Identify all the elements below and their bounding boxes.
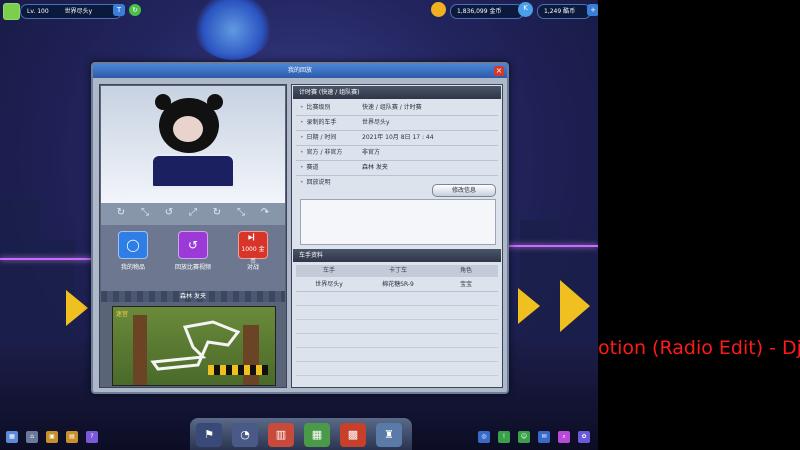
add-currency-button[interactable]: + (587, 4, 598, 16)
kart-model (151, 154, 235, 188)
notes-icon[interactable]: ▤ (66, 431, 78, 443)
track-minimap: 迷宫 (112, 306, 276, 386)
home-icon[interactable]: ⌂ (26, 431, 38, 443)
chevron-sign (518, 288, 540, 324)
table-row (296, 334, 498, 348)
table-row (296, 320, 498, 334)
hazard-sign (208, 365, 268, 375)
action-buttons: ◯ 我的物品 ↺ 回放比赛视频 ▶▎ 1000 金币 对战 (101, 225, 285, 291)
info-row-level: • 比赛级别 快速 / 组队赛 / 计时赛 (296, 101, 498, 116)
table-row (296, 306, 498, 320)
song-title-overlay: otion (Radio Edit) - Dj Ros (598, 337, 800, 359)
driver-table-header: 车手 卡丁车 角色 (296, 265, 498, 277)
replay-video-label: 回放比赛视频 (174, 264, 211, 271)
battle-button[interactable]: ▶▎ 1000 金币 对战 (223, 231, 283, 271)
right-panel: 计时赛 (快速 / 组队赛) • 比赛级别 快速 / 组队赛 / 计时赛 • 录制的车… (291, 84, 503, 388)
team-icon[interactable]: ♜ (376, 423, 402, 447)
chevron-sign (66, 290, 88, 326)
gift-icon[interactable]: ▣ (46, 431, 58, 443)
role-cell: 宝宝 (459, 281, 472, 288)
table-row (296, 362, 498, 376)
rotate-right-icon[interactable]: ↻ (211, 207, 223, 219)
main-dock: ⚑ ◔ ▥ ▦ ▩ ♜ (190, 418, 412, 450)
photo-icon[interactable]: ▦ (6, 431, 18, 443)
player-name: 世界尽头y (64, 8, 93, 15)
info-row-driver: • 录制的车手 世界尽头y (296, 116, 498, 131)
my-items-button[interactable]: ◯ 我的物品 (103, 231, 163, 271)
zoom-icon[interactable]: ⤡ (139, 207, 151, 219)
character-face (173, 116, 203, 142)
speedometer-icon[interactable]: ◔ (232, 423, 258, 447)
gear-icon[interactable]: ✿ (578, 431, 590, 443)
player-level: Lv. 100 (27, 8, 49, 15)
map-label: 迷宫 (116, 311, 129, 318)
refresh-icon[interactable]: ↻ (129, 4, 141, 16)
replay-dialog: 我的回放 × ↻ ⤡ ↺ ⤢ ↻ ⤡ ↷ ◯ 我的物品 ↺ 回放比赛视频 ▶▎ … (91, 62, 509, 394)
race-info-header: 计时赛 (快速 / 组队赛) (293, 86, 501, 99)
title-badge[interactable]: T (113, 4, 125, 16)
description-box[interactable] (300, 199, 496, 245)
item-box-icon: ◯ (118, 231, 148, 259)
column-driver: 车手 (322, 267, 335, 274)
rotate-left-icon[interactable]: ↺ (163, 207, 175, 219)
table-row[interactable]: 世界尽头y 棉花糖SR-9 宝宝 (296, 278, 498, 292)
zoom-icon[interactable]: ⤢ (187, 207, 199, 219)
city-building (0, 200, 40, 360)
help-icon[interactable]: ? (86, 431, 98, 443)
replay-icon: ↺ (178, 231, 208, 259)
friends-icon[interactable]: ☺ (518, 431, 530, 443)
character-preview (101, 86, 285, 203)
table-row (296, 348, 498, 362)
rotate-left-icon[interactable]: ↻ (115, 207, 127, 219)
battle-label: 对战 (246, 264, 259, 271)
chevron-sign (560, 280, 590, 332)
rotate-right-icon[interactable]: ↷ (259, 207, 271, 219)
player-info: Lv. 100 世界尽头y (20, 4, 122, 19)
info-row-datetime: • 日期 / 时间 2021年 10月 8日 17 : 44 (296, 131, 498, 146)
chat-icon[interactable]: ! (498, 431, 510, 443)
my-items-label: 我的物品 (120, 264, 145, 271)
kcoin-counter: 1,249 酷币 (537, 4, 591, 19)
neon-line (505, 245, 598, 247)
zoom-icon[interactable]: ⤡ (235, 207, 247, 219)
neon-line (0, 258, 95, 260)
settings-icon[interactable]: ◎ (478, 431, 490, 443)
column-role: 角色 (459, 267, 472, 274)
info-row-track: • 赛道 森林 发夹 (296, 161, 498, 176)
rotation-bar: ↻ ⤡ ↺ ⤢ ↻ ⤡ ↷ (101, 203, 285, 225)
gold-coin-icon (431, 2, 446, 17)
table-row (296, 292, 498, 306)
mail-icon[interactable]: ✉ (538, 431, 550, 443)
info-row-official: • 官方 / 非官方 非官方 (296, 146, 498, 161)
gold-counter: 1,836,099 金币 (450, 4, 524, 19)
kcoin-icon: K (518, 2, 533, 17)
kart-cell: 棉花糖SR-9 (382, 281, 414, 288)
race-flag-icon[interactable]: ⚑ (196, 423, 222, 447)
driver-cell: 世界尽头y (315, 281, 343, 288)
game-screen: Lv. 100 世界尽头y T ↻ 1,836,099 金币 K 1,249 酷… (0, 0, 598, 450)
driver-info-header: 车手资料 (293, 249, 501, 262)
play-icon: ▶▎ 1000 金币 (238, 231, 268, 265)
toolbox-icon[interactable]: ▩ (340, 423, 366, 447)
map-name: 森林 发夹 (101, 291, 285, 302)
search-icon[interactable]: ⌕ (558, 431, 570, 443)
replay-video-button[interactable]: ↺ 回放比赛视频 (163, 231, 223, 271)
shop-icon[interactable]: ▦ (304, 423, 330, 447)
column-kart: 卡丁车 (388, 267, 407, 274)
top-bar: Lv. 100 世界尽头y T ↻ 1,836,099 金币 K 1,249 酷… (3, 2, 598, 21)
close-icon[interactable]: × (494, 66, 504, 76)
edit-info-button[interactable]: 修改信息 (432, 184, 496, 197)
left-panel: ↻ ⤡ ↺ ⤢ ↻ ⤡ ↷ ◯ 我的物品 ↺ 回放比赛视频 ▶▎1000 金币 (99, 84, 287, 388)
garage-icon[interactable]: ▥ (268, 423, 294, 447)
player-avatar[interactable] (3, 3, 20, 20)
dialog-title: 我的回放 (93, 64, 507, 78)
